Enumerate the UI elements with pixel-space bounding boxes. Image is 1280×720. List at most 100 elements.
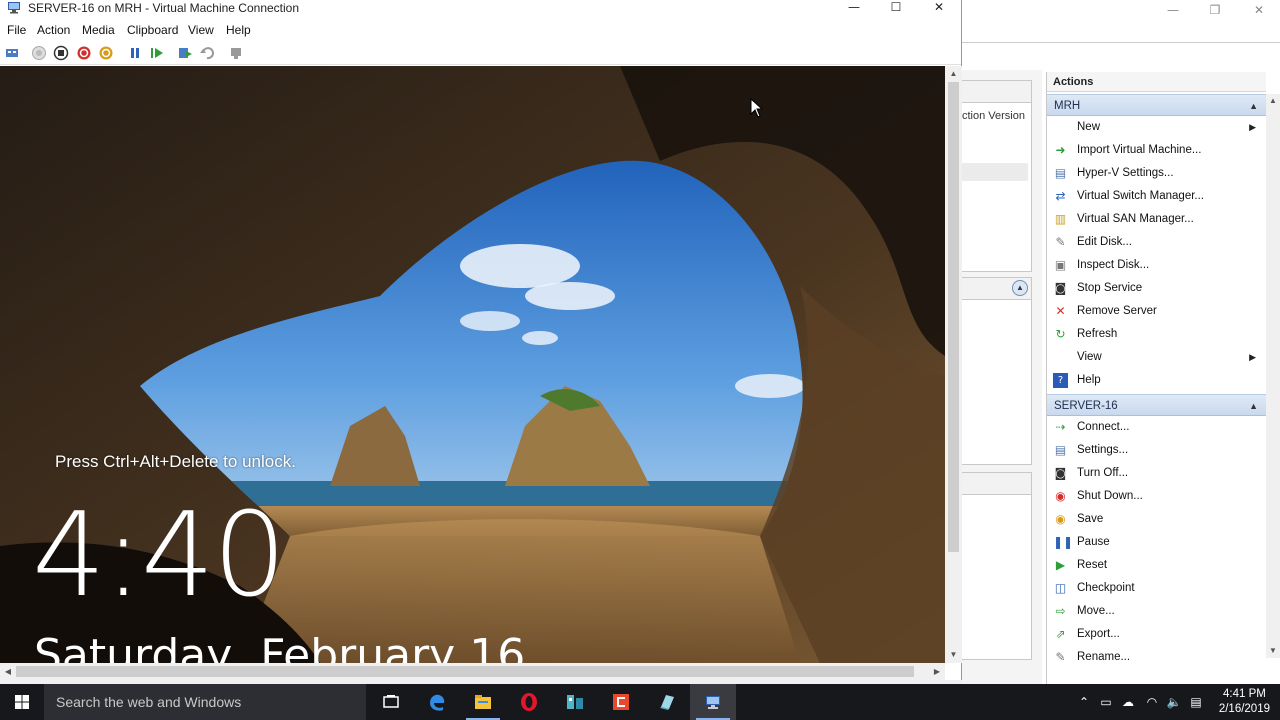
menu-file[interactable]: File xyxy=(7,23,26,37)
vm-list-selected-row[interactable] xyxy=(962,163,1028,181)
scroll-thumb[interactable] xyxy=(948,82,959,552)
scroll-thumb[interactable] xyxy=(16,666,914,677)
reset-icon[interactable] xyxy=(149,45,165,61)
action-reset[interactable]: ▶ Reset xyxy=(1047,554,1266,577)
action-center-icon[interactable]: ▤ xyxy=(1188,694,1204,710)
checkpoint-icon: ◫ xyxy=(1054,581,1067,595)
action-label: Connect... xyxy=(1077,421,1130,433)
scroll-down-arrow-icon[interactable]: ▼ xyxy=(1266,644,1280,658)
action-import-vm[interactable]: ➜ Import Virtual Machine... xyxy=(1047,139,1266,162)
file-explorer-button[interactable] xyxy=(460,684,506,720)
action-hyperv-settings[interactable]: ▤ Hyper-V Settings... xyxy=(1047,162,1266,185)
action-help[interactable]: ? Help xyxy=(1047,369,1266,392)
opera-button[interactable] xyxy=(506,684,552,720)
menu-action[interactable]: Action xyxy=(37,23,70,37)
wifi-icon[interactable]: ◠ xyxy=(1144,694,1160,710)
action-stop-service[interactable]: ◙ Stop Service xyxy=(1047,277,1266,300)
maximize-button[interactable]: ☐ xyxy=(875,0,917,16)
actions-group-mrh[interactable]: MRH ▲ xyxy=(1047,94,1266,116)
vm-horizontal-scrollbar[interactable]: ◀ ▶ xyxy=(0,663,945,680)
action-vm-settings[interactable]: ▤ Settings... xyxy=(1047,439,1266,462)
move-icon: ⇨ xyxy=(1055,604,1066,618)
enhanced-session-icon[interactable] xyxy=(228,45,244,61)
volume-icon[interactable]: 🔈 xyxy=(1166,694,1182,710)
action-pause[interactable]: ❚❚ Pause xyxy=(1047,531,1266,554)
action-label: Rename... xyxy=(1077,651,1131,663)
scroll-up-arrow-icon[interactable]: ▲ xyxy=(945,66,962,82)
task-view-button[interactable] xyxy=(368,684,414,720)
action-shut-down[interactable]: ◉ Shut Down... xyxy=(1047,485,1266,508)
show-hidden-icons-chevron-icon[interactable]: ⌃ xyxy=(1076,694,1092,710)
actions-scrollbar[interactable]: ▲ ▼ xyxy=(1266,94,1280,658)
vm-guest-display[interactable]: Press Ctrl+Alt+Delete to unlock. 4:40 Sa… xyxy=(0,66,945,663)
hvm-minimize-button[interactable]: — xyxy=(1152,0,1194,20)
action-connect[interactable]: ⇢ Connect... xyxy=(1047,416,1266,439)
taskbar-clock[interactable]: 4:41 PM 2/16/2019 xyxy=(1219,687,1270,717)
column-header-version[interactable]: ction Version xyxy=(962,110,1030,122)
revert-icon[interactable] xyxy=(199,45,215,61)
save-icon[interactable] xyxy=(98,45,114,61)
battery-icon[interactable]: ▭ xyxy=(1098,694,1114,710)
action-refresh[interactable]: ↻ Refresh xyxy=(1047,323,1266,346)
opera-icon xyxy=(521,693,537,711)
collapse-caret-icon[interactable]: ▲ xyxy=(1249,395,1258,417)
pause-icon[interactable] xyxy=(127,45,143,61)
action-export[interactable]: ⇗ Export... xyxy=(1047,623,1266,646)
collapse-caret-icon[interactable]: ▲ xyxy=(1249,95,1258,117)
vm-settings-icon: ▤ xyxy=(1054,443,1067,457)
hvm-close-button[interactable]: ✕ xyxy=(1238,0,1280,20)
menu-bar: File Action Media Clipboard View Help xyxy=(0,20,961,41)
vm-vertical-scrollbar[interactable]: ▲ ▼ xyxy=(945,66,962,663)
office-app-button[interactable] xyxy=(598,684,644,720)
taskbar-search-box[interactable]: Search the web and Windows xyxy=(44,684,366,720)
action-move[interactable]: ⇨ Move... xyxy=(1047,600,1266,623)
action-label: Hyper-V Settings... xyxy=(1077,167,1174,179)
lockscreen-date: Saturday, February 16 xyxy=(34,630,526,664)
close-button[interactable]: ✕ xyxy=(918,0,960,16)
minimize-button[interactable]: — xyxy=(833,0,875,16)
action-rename[interactable]: ✎ Rename... xyxy=(1047,646,1266,669)
network-app-button[interactable] xyxy=(552,684,598,720)
checkpoint-icon[interactable] xyxy=(177,45,193,61)
turn-off-icon[interactable] xyxy=(53,45,69,61)
action-turn-off[interactable]: ◙ Turn Off... xyxy=(1047,462,1266,485)
action-virtual-san-manager[interactable]: ▥ Virtual SAN Manager... xyxy=(1047,208,1266,231)
vm-toolbar xyxy=(0,41,961,65)
action-virtual-switch-manager[interactable]: ⇄ Virtual Switch Manager... xyxy=(1047,185,1266,208)
scroll-left-arrow-icon[interactable]: ◀ xyxy=(0,663,16,680)
menu-clipboard[interactable]: Clipboard xyxy=(127,23,178,37)
action-label: Edit Disk... xyxy=(1077,236,1132,248)
scroll-down-arrow-icon[interactable]: ▼ xyxy=(945,647,962,663)
scroll-up-arrow-icon[interactable]: ▲ xyxy=(1266,94,1280,108)
action-view[interactable]: View ▶ xyxy=(1047,346,1266,369)
vm-titlebar[interactable]: SERVER-16 on MRH - Virtual Machine Conne… xyxy=(0,0,961,20)
actions-group-server-16[interactable]: SERVER-16 ▲ xyxy=(1047,394,1266,416)
shut-down-icon[interactable] xyxy=(76,45,92,61)
start-button-windows-icon[interactable] xyxy=(0,684,44,720)
collapse-pane-button[interactable]: ▲ xyxy=(1012,280,1028,296)
vm-connection-app-icon xyxy=(8,2,20,14)
checkpoints-pane xyxy=(962,277,1032,465)
onedrive-cloud-icon[interactable]: ☁ xyxy=(1120,694,1136,710)
action-new[interactable]: New ▶ xyxy=(1047,116,1266,139)
scroll-right-arrow-icon[interactable]: ▶ xyxy=(929,663,945,680)
reset-icon: ▶ xyxy=(1055,558,1066,572)
action-remove-server[interactable]: ✕ Remove Server xyxy=(1047,300,1266,323)
clock-date: 2/16/2019 xyxy=(1218,703,1270,715)
action-label: View xyxy=(1077,351,1102,363)
ctrl-alt-del-icon[interactable] xyxy=(4,45,20,61)
action-save[interactable]: ◉ Save xyxy=(1047,508,1266,531)
edge-button[interactable] xyxy=(414,684,460,720)
action-checkpoint[interactable]: ◫ Checkpoint xyxy=(1047,577,1266,600)
action-inspect-disk[interactable]: ▣ Inspect Disk... xyxy=(1047,254,1266,277)
vm-connection-taskbar-button[interactable] xyxy=(690,684,736,720)
action-label: Reset xyxy=(1077,559,1108,571)
menu-media[interactable]: Media xyxy=(82,23,115,37)
hvm-restore-button[interactable]: ❐ xyxy=(1194,0,1236,20)
menu-view[interactable]: View xyxy=(188,23,214,37)
action-edit-disk[interactable]: ✎ Edit Disk... xyxy=(1047,231,1266,254)
notes-app-button[interactable] xyxy=(644,684,690,720)
start-icon[interactable] xyxy=(31,45,47,61)
menu-help[interactable]: Help xyxy=(226,23,251,37)
action-label: Turn Off... xyxy=(1077,467,1129,479)
